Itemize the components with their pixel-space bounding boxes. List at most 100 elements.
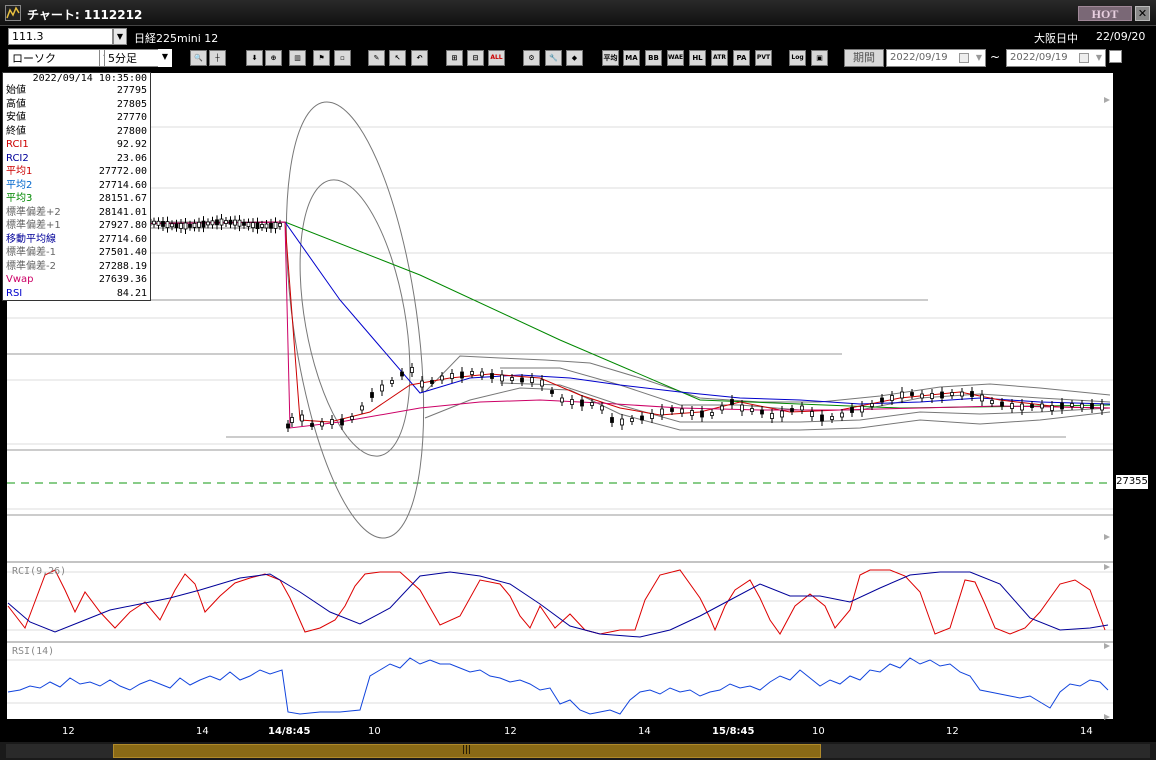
candle-body — [300, 414, 304, 422]
candle-body — [1030, 404, 1034, 408]
candle-body — [720, 405, 724, 411]
indicator-icon[interactable]: 平均 — [602, 50, 619, 66]
disabled-icon[interactable]: ▫ — [334, 50, 351, 66]
date-from-input[interactable]: 2022/09/19 ▼ — [886, 49, 986, 67]
candle-body — [269, 222, 273, 229]
app-icon — [5, 5, 21, 21]
candle-body — [980, 394, 984, 402]
info-value: 27770 — [116, 112, 147, 123]
chart-type-select[interactable]: ローソク — [8, 49, 100, 67]
candle-body — [242, 221, 246, 226]
info-row: 標準偏差+1 27927.80 — [3, 219, 150, 233]
info-value: 28141.01 — [98, 206, 147, 218]
info-label: RSI — [6, 287, 23, 299]
candle-body — [370, 392, 374, 398]
chevron-down-icon[interactable]: ▼ — [1096, 50, 1102, 66]
candle-body — [580, 399, 584, 407]
candle-body — [750, 408, 754, 412]
window-icon[interactable]: ▣ — [811, 50, 828, 66]
info-row: 移動平均線 27714.60 — [3, 233, 150, 247]
log-icon[interactable]: Log — [789, 50, 806, 66]
candle-body — [570, 399, 574, 405]
candle-body — [820, 414, 824, 422]
price-axis-label: 28500 — [1116, 182, 1148, 193]
hot-button[interactable]: HOT — [1078, 6, 1132, 21]
calendar-icon[interactable] — [1079, 53, 1089, 63]
date-to-input[interactable]: 2022/09/19 ▼ — [1006, 49, 1106, 67]
wrench-icon[interactable]: 🔧 — [545, 50, 562, 66]
zoom-in-icon[interactable]: ⊕ — [265, 50, 282, 66]
candle-body — [670, 408, 674, 412]
all-icon[interactable]: ALL — [488, 50, 505, 66]
interval-dropdown-icon[interactable]: ▼ — [158, 49, 172, 67]
range-separator: ~ — [990, 50, 1001, 64]
chevron-down-icon[interactable]: ▼ — [976, 50, 982, 66]
candle-body — [540, 379, 544, 387]
time-axis-label: 14/8:45 — [268, 726, 311, 737]
candle-body — [390, 380, 394, 384]
undo-icon[interactable]: ↶ — [411, 50, 428, 66]
time-axis-label: 10 — [368, 726, 381, 737]
pvt-icon[interactable]: PVT — [755, 50, 772, 66]
hl-icon[interactable]: HL — [689, 50, 706, 66]
candle-body — [1070, 403, 1074, 407]
range-checkbox[interactable] — [1109, 50, 1122, 63]
candle-body — [320, 421, 324, 427]
bar-chart-icon[interactable]: ▥ — [289, 50, 306, 66]
info-label: 終値 — [6, 125, 26, 137]
info-row: RCI2 23.06 — [3, 152, 150, 166]
candle-body — [215, 219, 219, 226]
pa-icon[interactable]: PA — [733, 50, 750, 66]
ma-icon[interactable]: MA — [623, 50, 640, 66]
candle-body — [152, 220, 156, 225]
candle-body — [219, 218, 224, 226]
candle-body — [310, 423, 314, 427]
wave-icon[interactable]: WAE — [667, 50, 684, 66]
candle-body — [500, 374, 504, 382]
down-arrow-icon[interactable]: ⬇ — [246, 50, 263, 66]
candle-body — [410, 367, 414, 373]
atr-icon[interactable]: ATR — [711, 50, 728, 66]
symbol-code-input[interactable]: 111.3 — [8, 28, 113, 45]
candle-body — [228, 219, 233, 225]
symbol-bar: 111.3 ▼ 日経225mini 12 大阪日中 22/09/20 — [0, 26, 1156, 46]
window-title: チャート: 1112212 — [27, 8, 143, 22]
info-label: Vwap — [6, 274, 34, 285]
price-axis-label: 28750 — [1116, 121, 1148, 132]
pencil-icon[interactable]: ✎ — [368, 50, 385, 66]
candle-body — [920, 393, 924, 399]
period-button[interactable]: 期間 — [844, 49, 884, 67]
bb-icon[interactable]: BB — [645, 50, 662, 66]
candle-add-icon[interactable]: ⊞ — [446, 50, 463, 66]
symbol-dropdown-icon[interactable]: ▼ — [113, 28, 127, 45]
zoom-icon[interactable]: 🔍 — [190, 50, 207, 66]
crosshair-icon[interactable]: ┼ — [209, 50, 226, 66]
pointer-icon[interactable]: ↖ — [389, 50, 406, 66]
candle-remove-icon[interactable]: ⊟ — [467, 50, 484, 66]
candle-body — [640, 415, 644, 421]
calendar-icon[interactable] — [959, 53, 969, 63]
flag-icon[interactable]: ⚑ — [313, 50, 330, 66]
candle-body — [510, 377, 514, 381]
time-axis-label: 12 — [62, 726, 75, 737]
candle-body — [760, 409, 764, 415]
candle-body — [880, 397, 884, 403]
horizontal-scrollbar[interactable]: ||| — [0, 742, 1156, 760]
rsi-label: RSI(14) — [12, 646, 55, 657]
settings-icon[interactable]: ⚙ — [523, 50, 540, 66]
candle-body — [730, 399, 734, 405]
chart-canvas[interactable] — [6, 72, 1150, 740]
rci-axis-label: -80.00 — [1116, 624, 1149, 635]
info-label: 標準偏差+2 — [6, 206, 61, 218]
candle-body — [850, 407, 854, 413]
candle-body — [990, 400, 994, 404]
info-row: 安値 27770 — [3, 111, 150, 125]
color-icon[interactable]: ◆ — [566, 50, 583, 66]
candle-body — [360, 405, 364, 411]
time-axis-label: 14 — [196, 726, 209, 737]
candle-body — [206, 221, 210, 226]
info-value: 27288.19 — [98, 260, 147, 272]
candle-body — [260, 224, 264, 228]
close-button[interactable]: ✕ — [1135, 6, 1150, 21]
info-row: 終値 27800 — [3, 125, 150, 139]
